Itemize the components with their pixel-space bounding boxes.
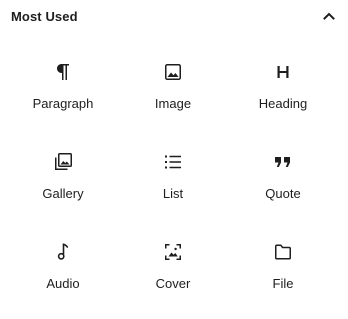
block-item-paragraph[interactable]: Paragraph	[8, 44, 118, 134]
block-label: Audio	[46, 276, 80, 291]
quote-icon	[271, 150, 295, 174]
block-label: Image	[154, 96, 192, 111]
audio-icon	[51, 240, 75, 264]
block-item-list[interactable]: List	[118, 134, 228, 224]
heading-icon	[271, 60, 295, 84]
block-label: Gallery	[42, 186, 84, 201]
block-item-gallery[interactable]: Gallery	[8, 134, 118, 224]
cover-icon	[161, 240, 185, 264]
block-label: Quote	[265, 186, 301, 201]
block-item-image[interactable]: Image	[118, 44, 228, 134]
block-label: List	[162, 186, 184, 201]
list-icon	[161, 150, 185, 174]
block-label: File	[272, 276, 294, 291]
panel-title: Most Used	[11, 8, 78, 24]
block-item-quote[interactable]: Quote	[228, 134, 338, 224]
block-item-heading[interactable]: Heading	[228, 44, 338, 134]
block-label: Cover	[155, 276, 191, 291]
block-item-cover[interactable]: Cover	[118, 224, 228, 314]
image-icon	[161, 60, 185, 84]
block-item-file[interactable]: File	[228, 224, 338, 314]
block-item-audio[interactable]: Audio	[8, 224, 118, 314]
block-grid: Paragraph Image Heading Gallery List Quo…	[8, 44, 338, 314]
file-icon	[271, 240, 295, 264]
block-label: Heading	[258, 96, 308, 111]
block-label: Paragraph	[32, 96, 94, 111]
most-used-panel-toggle[interactable]: Most Used	[0, 0, 348, 32]
block-inserter-panel: Most Used Paragraph Image Heading Galler…	[0, 0, 348, 319]
paragraph-icon	[51, 60, 75, 84]
gallery-icon	[51, 150, 75, 174]
chevron-up-icon[interactable]	[322, 9, 336, 23]
